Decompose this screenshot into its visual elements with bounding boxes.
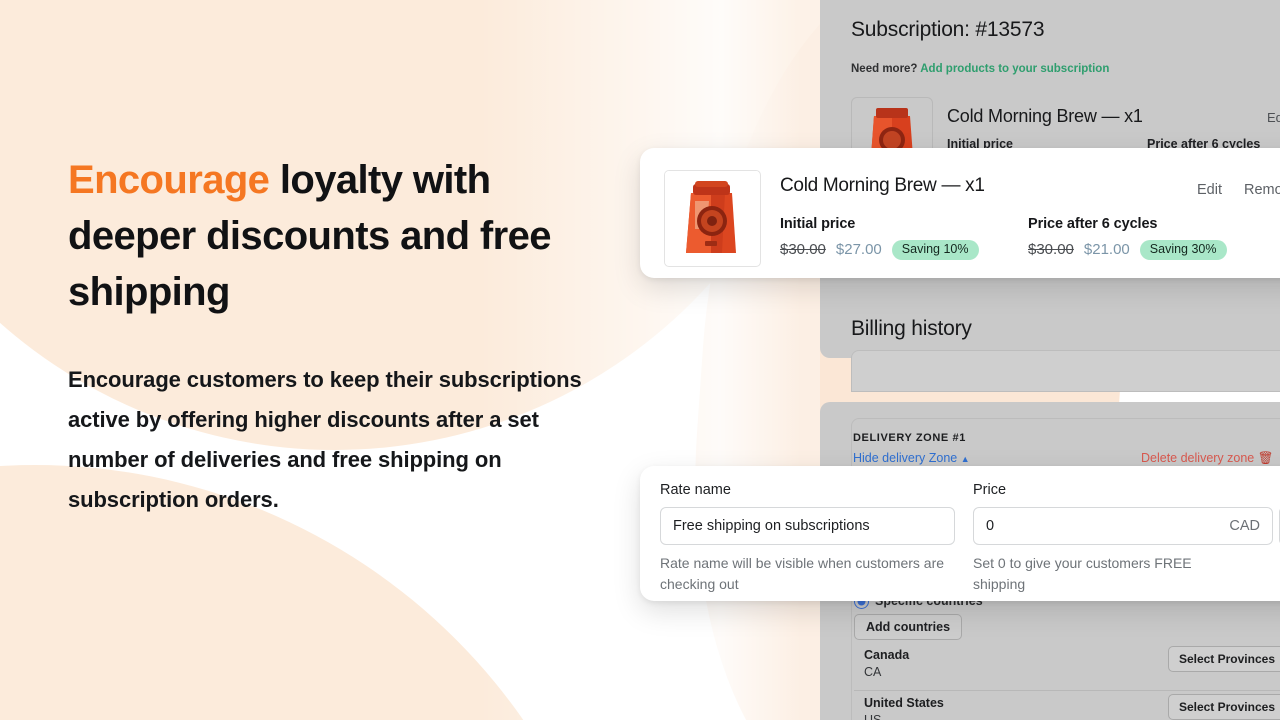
initial-price-row: $30.00 $27.00 Saving 10% bbox=[780, 240, 979, 260]
delete-delivery-zone-link[interactable]: Delete delivery zone 🗑 bbox=[1141, 451, 1274, 466]
initial-price-label: Initial price bbox=[780, 216, 856, 232]
product-title: Cold Morning Brew — x1 bbox=[780, 175, 985, 196]
chevron-up-icon: ▲ bbox=[960, 454, 970, 464]
list-divider bbox=[854, 690, 1280, 691]
billing-history-table bbox=[851, 350, 1280, 392]
remove-button[interactable]: Remove bbox=[1244, 182, 1280, 198]
delete-delivery-zone-text: Delete delivery zone bbox=[1141, 451, 1255, 465]
country-code: CA bbox=[864, 665, 882, 679]
trash-icon: 🗑 bbox=[1257, 451, 1274, 465]
after-cycles-price-group: Price after 6 cycles $30.00 $21.00 Savin… bbox=[1028, 216, 1227, 260]
price-input[interactable]: 0 CAD bbox=[973, 507, 1273, 545]
table-row: Canada CA Select Provinces bbox=[854, 646, 1280, 692]
hide-delivery-zone-link[interactable]: Hide delivery Zone ▲ bbox=[853, 451, 970, 465]
price-value: 0 bbox=[986, 518, 995, 534]
add-countries-button[interactable]: Add countries bbox=[854, 614, 963, 640]
product-detail-card: Cold Morning Brew — x1 Edit Remove Initi… bbox=[640, 148, 1280, 278]
rate-name-label: Rate name bbox=[660, 482, 731, 498]
select-provinces-button[interactable]: Select Provinces bbox=[1167, 646, 1280, 672]
add-products-link[interactable]: Add products to your subscription bbox=[920, 63, 1109, 75]
after-cycles-price-row: $30.00 $21.00 Saving 30% bbox=[1028, 240, 1227, 260]
subscription-product-name: Cold Morning Brew — x1 bbox=[947, 106, 1143, 126]
subscription-title: Subscription: #13573 bbox=[851, 18, 1045, 41]
rate-name-help-text: Rate name will be visible when customers… bbox=[660, 555, 945, 592]
page-title: Encourage loyalty with deeper discounts … bbox=[68, 152, 628, 320]
initial-price-group: Initial price $30.00 $27.00 Saving 10% bbox=[780, 216, 979, 260]
after-cycles-label: Price after 6 cycles bbox=[1028, 216, 1158, 232]
status-badge: Saving 10% bbox=[891, 240, 979, 260]
price-field-group: Price 0 CAD ▲ ▼ Set 0 to give your custo… bbox=[973, 482, 1280, 595]
subscription-edit-link[interactable]: Ed bbox=[1267, 110, 1280, 125]
marketing-copy: Encourage loyalty with deeper discounts … bbox=[68, 152, 628, 520]
rate-name-field-group: Rate name Free shipping on subscriptions… bbox=[660, 482, 955, 595]
country-name: United States bbox=[864, 696, 944, 710]
rate-name-input[interactable]: Free shipping on subscriptions bbox=[660, 507, 955, 545]
hide-delivery-zone-text: Hide delivery Zone bbox=[853, 451, 958, 465]
after-original-price: $30.00 bbox=[1028, 241, 1074, 259]
product-actions: Edit Remove bbox=[1197, 182, 1280, 198]
price-label: Price bbox=[973, 482, 1007, 498]
country-name: Canada bbox=[864, 648, 910, 662]
initial-discounted-price: $27.00 bbox=[835, 241, 882, 259]
shipping-rate-card: Rate name Free shipping on subscriptions… bbox=[640, 466, 1280, 601]
status-badge: Saving 30% bbox=[1139, 240, 1227, 260]
price-help-text: Set 0 to give your customers FREE shippi… bbox=[973, 555, 1192, 592]
select-provinces-button[interactable]: Select Provinces bbox=[1167, 694, 1280, 720]
marketing-body-text: Encourage customers to keep their subscr… bbox=[68, 367, 582, 512]
edit-button[interactable]: Edit bbox=[1197, 182, 1222, 198]
billing-history-title: Billing history bbox=[851, 317, 972, 340]
need-more-text: Need more? bbox=[851, 63, 918, 75]
promo-screenshot: Encourage loyalty with deeper discounts … bbox=[0, 0, 1280, 720]
initial-original-price: $30.00 bbox=[780, 241, 826, 259]
table-row: United States US Select Provinces bbox=[854, 694, 1280, 720]
need-more-row: Need more? Add products to your subscrip… bbox=[851, 63, 1109, 75]
country-code: US bbox=[864, 713, 882, 720]
coffee-bag-icon bbox=[665, 171, 758, 264]
price-input-wrapper: 0 CAD ▲ ▼ bbox=[973, 507, 1280, 545]
delivery-zone-label: DELIVERY ZONE #1 bbox=[853, 432, 966, 444]
product-thumbnail bbox=[664, 170, 761, 267]
currency-label: CAD bbox=[1229, 518, 1260, 534]
after-discounted-price: $21.00 bbox=[1083, 241, 1130, 259]
headline-accent: Encourage bbox=[68, 158, 270, 202]
